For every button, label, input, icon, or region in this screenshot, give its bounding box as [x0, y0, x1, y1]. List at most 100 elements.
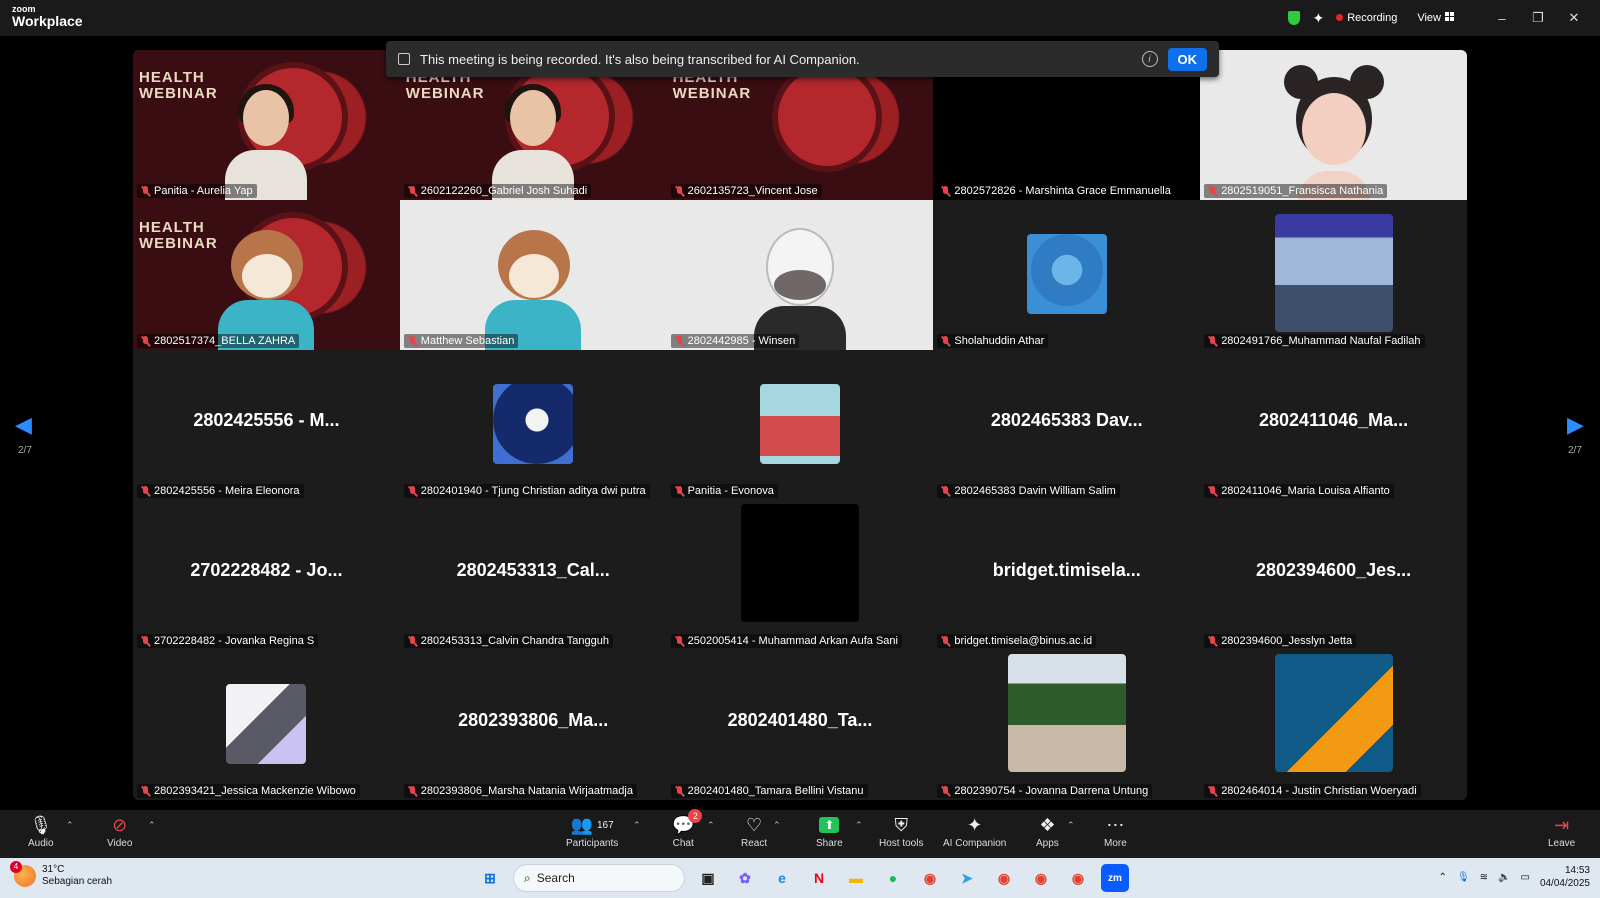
- ai-companion-icon: ✦: [967, 814, 983, 835]
- participant-tile[interactable]: 2802394600_Jes... 2802394600_Jesslyn Jett…: [1200, 500, 1467, 650]
- muted-mic-icon: [408, 785, 417, 797]
- participant-tile[interactable]: 2802465383 Dav... 2802465383 Davin Willia…: [933, 350, 1201, 500]
- audio-button[interactable]: 🎙 Audio: [28, 812, 54, 850]
- participant-name: 2802572826 - Marshinta Grace Emmanuella: [954, 185, 1171, 197]
- participant-name: 2802393806_Marsha Natania Wirjaatmadja: [420, 785, 633, 797]
- view-button[interactable]: View: [1417, 12, 1454, 24]
- minimize-button[interactable]: –: [1484, 0, 1520, 36]
- participant-tile[interactable]: 2802393421_Jessica Mackenzie Wibowo: [133, 650, 400, 800]
- file-explorer-icon[interactable]: ▬: [842, 864, 870, 892]
- participant-name-tag: Panitia - Aurelia Yap: [137, 184, 257, 198]
- participant-display-name: 2802465383 Dav...: [990, 410, 1143, 430]
- participant-tile[interactable]: 2702228482 - Jo... 2702228482 - Jovanka R…: [133, 500, 400, 650]
- copilot-icon[interactable]: ✿: [731, 864, 759, 892]
- windows-start-icon[interactable]: ⊞: [476, 864, 504, 892]
- participant-tile[interactable]: Matthew Sebastian: [399, 200, 667, 350]
- participant-tile[interactable]: 2502005414 - Muhammad Arkan Aufa Sani: [666, 500, 934, 650]
- wifi-icon[interactable]: ≋: [1480, 872, 1488, 883]
- weather-widget[interactable]: 4 31°C Sebagian cerah: [10, 861, 112, 888]
- participants-options-chevron-icon[interactable]: ⌃: [633, 820, 641, 831]
- cow-avatar: [740, 220, 860, 350]
- chrome-profile-icon[interactable]: ◉: [990, 864, 1018, 892]
- participant-tile[interactable]: 2802401480_Ta... 2802401480_Tamara Bellin…: [666, 650, 934, 800]
- ok-button[interactable]: OK: [1167, 47, 1207, 71]
- ai-companion-button[interactable]: ✦ AI Companion: [943, 812, 1006, 850]
- restore-button[interactable]: ❐: [1520, 0, 1556, 36]
- copy-icon[interactable]: [398, 53, 410, 65]
- recording-notice-banner: This meeting is being recorded. It's als…: [386, 41, 1219, 77]
- participant-tile[interactable]: 2802453313_Cal... 2802453313_Calvin Chand…: [399, 500, 667, 650]
- edge-icon[interactable]: e: [768, 864, 796, 892]
- chrome-icon[interactable]: ◉: [916, 864, 944, 892]
- video-options-chevron-icon[interactable]: ⌃: [148, 820, 156, 831]
- leave-button[interactable]: ⇥ Leave: [1548, 812, 1575, 850]
- apps-options-chevron-icon[interactable]: ⌃: [1067, 820, 1075, 831]
- participant-tile[interactable]: 2802425556 - M... 2802425556 - Meira Eleo…: [133, 350, 400, 500]
- muted-mic-icon: [141, 335, 150, 347]
- participant-name: 2802394600_Jesslyn Jetta: [1221, 635, 1353, 647]
- participant-tile[interactable]: HEALTH WEBINAR Panitia - Aurelia Yap: [133, 50, 400, 200]
- participant-tile[interactable]: bridget.timisela... bridget.timisela@binu…: [933, 500, 1201, 650]
- tray-microphone-icon[interactable]: 🎙: [1457, 872, 1470, 883]
- participant-tile[interactable]: 2802393806_Ma... 2802393806_Marsha Natani…: [399, 650, 667, 800]
- brand-large: Workplace: [12, 13, 83, 29]
- spotify-icon[interactable]: ●: [879, 864, 907, 892]
- tray-chevron-icon[interactable]: ⌃: [1439, 872, 1447, 883]
- share-button[interactable]: ⬆ Share: [816, 812, 843, 849]
- recording-notice-text: This meeting is being recorded. It's als…: [420, 51, 860, 67]
- info-icon[interactable]: i: [1141, 51, 1158, 67]
- apps-icon: ❖: [1039, 814, 1056, 835]
- chat-icon: 💬 2: [672, 809, 703, 838]
- encryption-shield-icon[interactable]: [1288, 11, 1301, 25]
- battery-icon[interactable]: ▭: [1520, 872, 1529, 883]
- clock[interactable]: 14:53 04/04/2025: [1540, 864, 1590, 890]
- participants-button[interactable]: 👥 167 Participants: [566, 812, 618, 850]
- host-tools-label: Host tools: [879, 838, 924, 849]
- participant-tile[interactable]: 2802390754 - Jovanna Darrena Untung: [933, 650, 1201, 800]
- more-button[interactable]: ⋯ More: [1104, 812, 1127, 850]
- participant-tile[interactable]: 2802411046_Ma... 2802411046_Maria Louisa …: [1200, 350, 1467, 500]
- share-options-chevron-icon[interactable]: ⌃: [855, 820, 863, 831]
- recording-dot-icon: [1336, 14, 1344, 21]
- participant-tile[interactable]: 2802519051_Fransisca Nathania: [1200, 50, 1467, 200]
- participant-tile[interactable]: Panitia - Evonova: [666, 350, 934, 500]
- recording-indicator[interactable]: Recording: [1336, 12, 1397, 24]
- close-button[interactable]: ✕: [1556, 0, 1592, 36]
- prev-page-arrow-icon[interactable]: ◀: [15, 412, 32, 438]
- taskbar-search[interactable]: ⌕ Search: [513, 864, 685, 892]
- search-placeholder: Search: [536, 871, 575, 885]
- share-screen-icon: ⬆: [819, 812, 840, 838]
- participants-icon: 👥 167: [570, 814, 614, 835]
- participant-name-tag: 2602135723_Vincent Jose: [670, 184, 822, 198]
- react-button[interactable]: ♡ React: [741, 812, 767, 850]
- next-page-arrow-icon[interactable]: ▶: [1567, 412, 1584, 438]
- chat-options-chevron-icon[interactable]: ⌃: [707, 820, 715, 831]
- participant-tile[interactable]: 2802491766_Muhammad Naufal Fadilah: [1200, 200, 1467, 350]
- weather-sun-icon: 4: [10, 861, 36, 887]
- participant-tile[interactable]: 2802401940 - Tjung Christian aditya dwi …: [399, 350, 667, 500]
- participant-tile[interactable]: Sholahuddin Athar: [933, 200, 1201, 350]
- grid-icon: [1445, 12, 1454, 21]
- audio-options-chevron-icon[interactable]: ⌃: [66, 820, 74, 831]
- participant-name: 2502005414 - Muhammad Arkan Aufa Sani: [687, 635, 898, 647]
- host-tools-button[interactable]: ⛨ Host tools: [879, 812, 924, 850]
- netflix-icon[interactable]: N: [805, 864, 833, 892]
- participant-name-tag: 2802465383 Davin William Salim: [937, 484, 1120, 498]
- telegram-icon[interactable]: ➤: [953, 864, 981, 892]
- participant-tile[interactable]: 2802442985 - Winsen: [666, 200, 934, 350]
- chrome-profile-2-icon[interactable]: ◉: [1027, 864, 1055, 892]
- zoom-taskbar-icon[interactable]: zm: [1101, 864, 1129, 892]
- participant-tile[interactable]: HEALTH WEBINAR 2802517374_BELLA ZAHRA: [133, 200, 400, 350]
- apps-button[interactable]: ❖ Apps: [1036, 812, 1059, 850]
- video-button[interactable]: ⊘ Video: [107, 812, 132, 850]
- chrome-profile-3-icon[interactable]: ◉: [1064, 864, 1092, 892]
- participant-avatar-image: [226, 684, 307, 764]
- muted-mic-icon: [408, 185, 417, 197]
- task-view-icon[interactable]: ▣: [694, 864, 722, 892]
- volume-icon[interactable]: 🔈: [1498, 872, 1510, 883]
- react-options-chevron-icon[interactable]: ⌃: [773, 820, 781, 831]
- page-indicator-right: 2/7: [1568, 445, 1582, 456]
- ai-sparkle-icon[interactable]: ✦: [1312, 10, 1324, 27]
- participant-tile[interactable]: 2802464014 - Justin Christian Woeryadi: [1200, 650, 1467, 800]
- chat-button[interactable]: 💬 2 Chat: [672, 809, 703, 849]
